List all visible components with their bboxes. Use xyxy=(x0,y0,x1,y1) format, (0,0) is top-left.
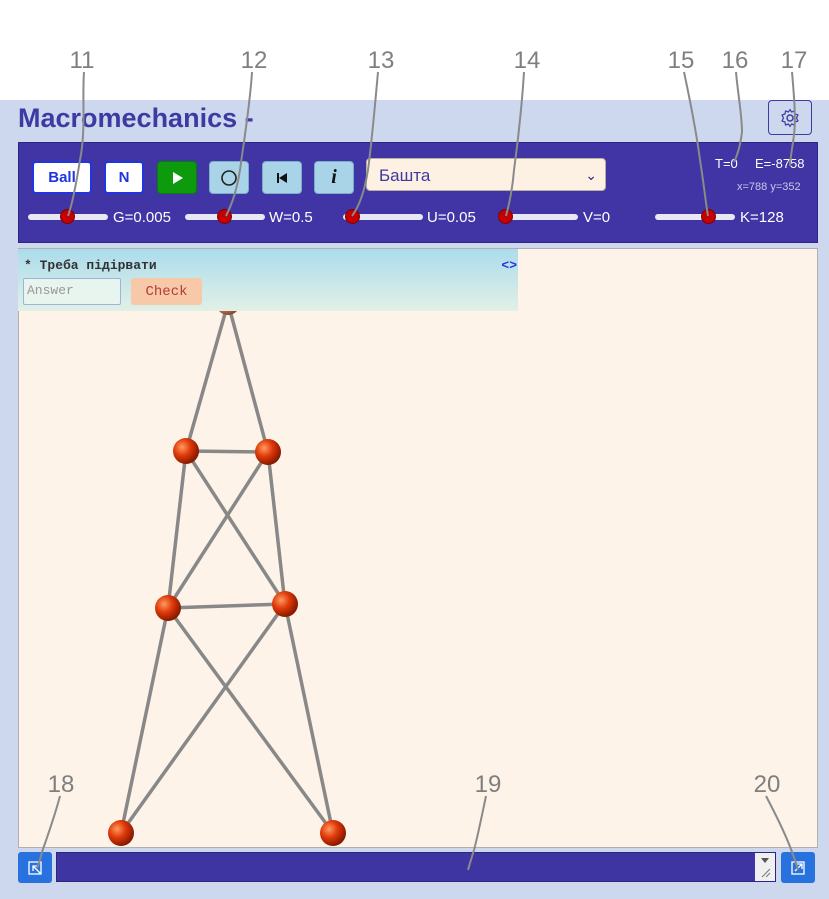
circle-icon xyxy=(221,169,237,186)
slider-k-label: K=128 xyxy=(740,209,784,226)
play-icon xyxy=(173,171,183,184)
slider-v-label: V=0 xyxy=(583,209,611,226)
cursor-coords: x=788 y=352 xyxy=(737,181,801,193)
gear-icon xyxy=(781,108,799,127)
callout-14: 14 xyxy=(513,47,541,74)
callout-12: 12 xyxy=(240,47,268,74)
time-readout: T=0 xyxy=(715,156,738,171)
scroll-down-icon xyxy=(761,858,771,878)
preset-select-value: Башта xyxy=(379,166,431,185)
ball-button[interactable]: Ball xyxy=(32,161,92,194)
slider-w-thumb[interactable] xyxy=(218,210,231,223)
slider-v-thumb[interactable] xyxy=(499,210,512,223)
settings-button[interactable] xyxy=(768,100,812,135)
arrow-out-icon xyxy=(791,860,805,875)
expand-button[interactable] xyxy=(781,852,815,883)
slider-k-track[interactable] xyxy=(655,214,735,220)
circle-button[interactable] xyxy=(209,161,249,194)
slider-k-thumb[interactable] xyxy=(702,210,715,223)
callout-13: 13 xyxy=(367,47,395,74)
info-button[interactable]: i xyxy=(314,161,354,194)
answer-input[interactable]: Answer xyxy=(23,278,121,305)
n-button-label: N xyxy=(118,169,130,186)
check-button[interactable]: Check xyxy=(131,278,202,305)
scrollbar[interactable] xyxy=(755,853,775,881)
play-button[interactable] xyxy=(157,161,197,194)
slider-g-label: G=0.005 xyxy=(113,209,171,226)
callout-17: 17 xyxy=(780,47,808,74)
callout-18: 18 xyxy=(47,771,75,798)
callout-11: 11 xyxy=(69,47,95,74)
shrink-button[interactable] xyxy=(18,852,52,883)
energy-readout: E=-8758 xyxy=(755,156,805,171)
callout-15: 15 xyxy=(667,47,695,74)
arrow-in-icon xyxy=(28,860,42,875)
rewind-button[interactable] xyxy=(262,161,302,194)
info-icon: i xyxy=(331,166,337,188)
callout-16: 16 xyxy=(721,47,749,74)
callout-19: 19 xyxy=(474,771,502,798)
ball-button-label: Ball xyxy=(48,169,76,186)
preset-select[interactable]: Башта ⌄ xyxy=(366,158,606,191)
app-title: Macromechanics - xyxy=(18,103,254,133)
slider-u-label: U=0.05 xyxy=(427,209,476,226)
chevron-down-icon: ⌄ xyxy=(585,167,597,183)
slider-g-thumb[interactable] xyxy=(61,210,74,223)
rewind-icon xyxy=(277,172,287,183)
log-textarea[interactable] xyxy=(56,852,776,882)
callout-20: 20 xyxy=(753,771,781,798)
simulation-canvas[interactable] xyxy=(18,248,818,848)
n-button[interactable]: N xyxy=(104,161,144,194)
task-toggle[interactable]: <> xyxy=(501,258,517,273)
slider-w-label: W=0.5 xyxy=(269,209,313,226)
slider-u-thumb[interactable] xyxy=(346,210,359,223)
task-panel: * Треба підірвати <> Answer Check xyxy=(18,249,518,311)
task-text: * Треба підірвати xyxy=(24,258,157,273)
